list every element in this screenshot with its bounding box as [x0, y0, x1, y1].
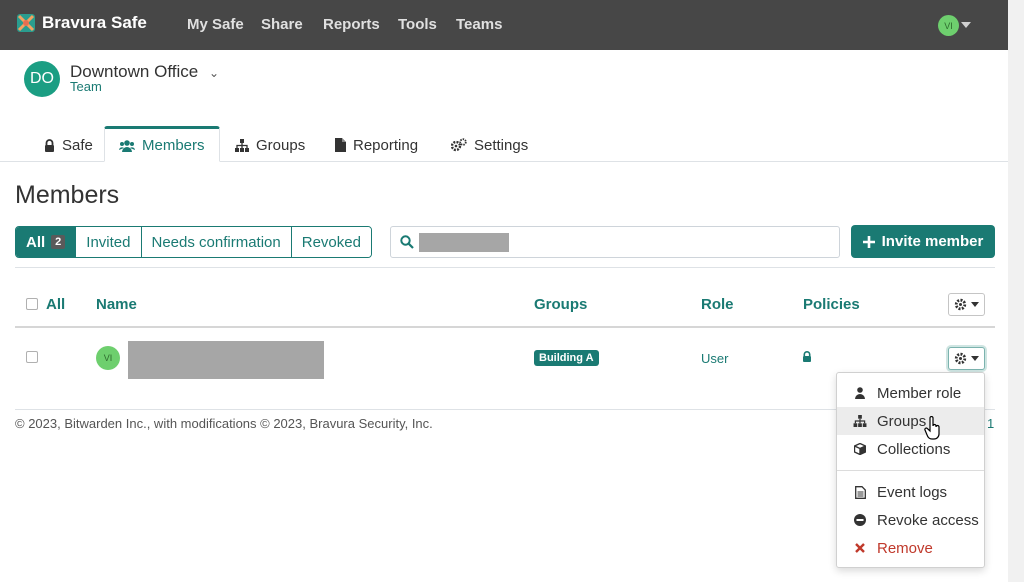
status-filter-group: All 2 Invited Needs confirmation Revoked: [15, 226, 372, 258]
menu-item-label: Remove: [877, 539, 933, 557]
minus-circle-icon: [854, 514, 866, 526]
select-all-label[interactable]: All: [46, 296, 65, 313]
brand-name: Bravura Safe: [42, 13, 147, 32]
select-all-checkbox[interactable]: [26, 298, 38, 310]
tab-label: Members: [142, 136, 205, 154]
times-icon: [855, 543, 865, 553]
nav-teams[interactable]: Teams: [456, 16, 502, 33]
bulk-actions-gear-button[interactable]: [948, 293, 985, 316]
menu-item-collections[interactable]: Collections: [837, 435, 984, 463]
users-icon: [119, 139, 135, 152]
invite-member-button[interactable]: Invite member: [851, 225, 995, 258]
file-icon: [335, 138, 346, 152]
filter-all-count-badge: 2: [51, 235, 66, 249]
nav-tools[interactable]: Tools: [398, 16, 437, 33]
org-avatar: DO: [24, 61, 60, 97]
cube-icon: [854, 443, 866, 455]
account-avatar[interactable]: VI: [938, 15, 959, 36]
avatar: VI: [96, 346, 120, 370]
lock-icon: [45, 138, 54, 152]
row-select-checkbox[interactable]: [26, 351, 38, 363]
account-caret-icon[interactable]: [961, 22, 971, 28]
column-header-policies: Policies: [803, 296, 860, 313]
column-header-groups: Groups: [534, 296, 588, 313]
window-scrollbar[interactable]: [1008, 0, 1024, 582]
menu-item-member-role[interactable]: Member role: [837, 379, 984, 407]
menu-item-groups[interactable]: Groups: [837, 407, 984, 435]
hand-pointer-cursor-icon: [924, 416, 940, 440]
footer-copyright: © 2023, Bitwarden Inc., with modificatio…: [15, 416, 433, 431]
tab-groups[interactable]: Groups: [221, 128, 319, 162]
bravura-logo-icon: [17, 14, 35, 32]
member-name-redacted[interactable]: [128, 341, 324, 379]
filter-needs-confirmation-button[interactable]: Needs confirmation: [140, 227, 291, 257]
menu-item-label: Event logs: [877, 483, 948, 501]
row-actions-dropdown-menu: Member role Groups Collections Event log…: [836, 372, 985, 568]
menu-divider: [837, 470, 984, 471]
chevron-down-icon: [971, 356, 979, 361]
tab-reporting[interactable]: Reporting: [321, 128, 432, 162]
search-icon: [400, 235, 414, 249]
sitemap-icon: [235, 138, 249, 152]
menu-item-label: Revoke access: [877, 511, 979, 529]
menu-item-revoke-access[interactable]: Revoke access: [837, 506, 984, 534]
tab-label: Groups: [256, 136, 306, 154]
tab-settings[interactable]: Settings: [437, 128, 542, 162]
divider: [15, 267, 995, 268]
nav-share[interactable]: Share: [261, 16, 303, 33]
filter-all-button[interactable]: All 2: [16, 227, 76, 257]
gear-icon: [954, 298, 967, 311]
sitemap-icon: [853, 415, 867, 427]
chevron-down-icon: [971, 302, 979, 307]
menu-item-event-logs[interactable]: Event logs: [837, 478, 984, 506]
filter-revoked-button[interactable]: Revoked: [290, 227, 371, 257]
page-title: Members: [15, 181, 120, 209]
tab-safe[interactable]: Safe: [30, 128, 107, 162]
user-icon: [855, 387, 865, 399]
menu-item-label: Member role: [877, 384, 962, 402]
tab-label: Settings: [474, 136, 529, 154]
search-value-redacted: [419, 233, 509, 252]
filter-invited-button[interactable]: Invited: [75, 227, 141, 257]
invite-member-label: Invite member: [881, 233, 984, 250]
search-input[interactable]: [390, 226, 840, 258]
org-type-label: Team: [70, 79, 102, 94]
tab-members[interactable]: Members: [104, 126, 220, 162]
menu-item-label: Groups: [877, 412, 927, 430]
member-role: User: [701, 351, 729, 366]
tab-label: Reporting: [353, 136, 419, 154]
filter-all-label: All: [26, 233, 46, 251]
org-switcher-chevron-icon[interactable]: ⌄: [209, 66, 219, 80]
cogs-icon: [451, 138, 467, 152]
plus-icon: [862, 235, 875, 248]
column-header-name[interactable]: Name: [96, 296, 137, 313]
tab-label: Safe: [62, 136, 93, 154]
column-header-role: Role: [701, 296, 734, 313]
menu-item-label: Collections: [877, 440, 951, 458]
nav-my-safe[interactable]: My Safe: [187, 16, 244, 33]
brand-logo[interactable]: Bravura Safe: [16, 13, 147, 33]
nav-reports[interactable]: Reports: [323, 16, 380, 33]
menu-item-remove[interactable]: Remove: [837, 534, 984, 562]
gear-icon: [954, 352, 967, 365]
policy-lock-icon: [803, 351, 811, 362]
top-navbar: Bravura Safe My Safe Share Reports Tools…: [0, 0, 1008, 50]
footer-partial-text: 1: [987, 416, 995, 431]
group-badge: Building A: [534, 350, 599, 366]
row-actions-gear-button[interactable]: [948, 347, 985, 370]
file-text-icon: [854, 485, 866, 499]
table-header-divider: [15, 326, 995, 328]
